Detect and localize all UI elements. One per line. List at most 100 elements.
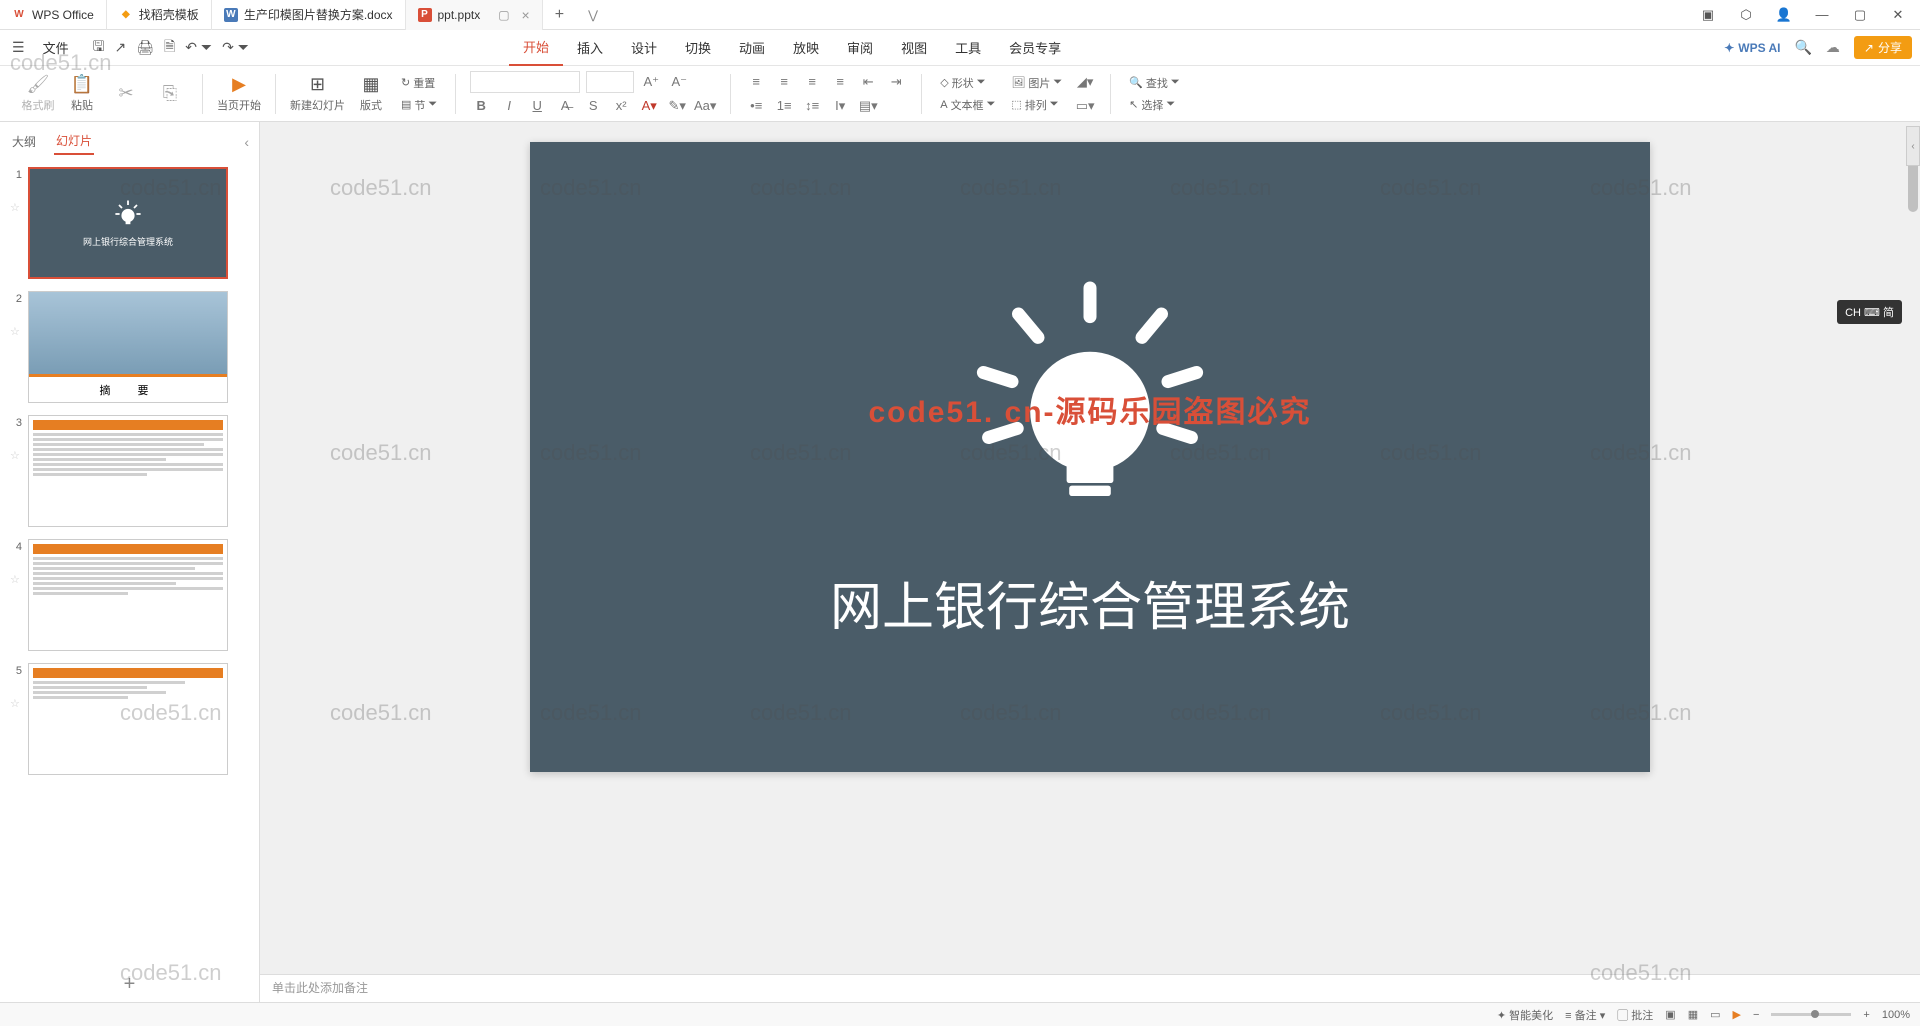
share-button[interactable]: ↗ 分享 <box>1854 36 1912 59</box>
font-family-select[interactable] <box>470 71 580 93</box>
tab-insert[interactable]: 插入 <box>563 30 617 66</box>
view-reading-icon[interactable]: ▭ <box>1710 1008 1720 1021</box>
tab-review[interactable]: 审阅 <box>833 30 887 66</box>
star-icon[interactable]: ☆ <box>10 555 22 586</box>
star-icon[interactable]: ☆ <box>10 307 22 338</box>
tab-animation[interactable]: 动画 <box>725 30 779 66</box>
cloud-sync-icon[interactable]: ☁ <box>1826 39 1840 56</box>
star-icon[interactable]: ☆ <box>10 431 22 462</box>
tab-tools[interactable]: 工具 <box>941 30 995 66</box>
arrange-button[interactable]: ⬚排列⏷ <box>1007 95 1066 115</box>
font-color-button[interactable]: A▾ <box>638 95 660 117</box>
thumbnail-list[interactable]: 1☆ 网上银行综合管理系统 2☆ 摘 要 3☆ <box>0 161 259 967</box>
tab-member[interactable]: 会员专享 <box>995 30 1075 66</box>
redo-button[interactable]: ↷ ⏷ <box>222 39 249 56</box>
tab-preview-icon[interactable]: ▢ <box>498 8 509 22</box>
avatar-icon[interactable]: 👤 <box>1772 3 1796 27</box>
change-case-button[interactable]: Aa▾ <box>694 95 716 117</box>
right-rail-expand[interactable]: ‹ <box>1906 126 1920 166</box>
tab-pptx[interactable]: P ppt.pptx ▢ × <box>406 0 543 30</box>
view-normal-icon[interactable]: ▣ <box>1665 1008 1675 1021</box>
line-spacing-icon[interactable]: ↕≡ <box>801 95 823 117</box>
slide-thumbnail-3[interactable] <box>28 415 228 527</box>
hamburger-icon[interactable]: ☰ <box>8 39 29 56</box>
fill-color-icon[interactable]: ◢▾ <box>1074 71 1096 93</box>
save-icon[interactable]: 🖫 <box>93 36 105 60</box>
slide-title[interactable]: 网上银行综合管理系统 <box>830 565 1350 640</box>
file-menu[interactable]: 文件 <box>37 38 75 57</box>
status-item[interactable]: ✦ 智能美化 <box>1497 1007 1553 1023</box>
slides-tab[interactable]: 幻灯片 <box>54 128 94 155</box>
maximize-button[interactable]: ▢ <box>1848 3 1872 27</box>
print-icon[interactable]: 🖨 <box>136 39 154 56</box>
strike-button[interactable]: S <box>582 95 604 117</box>
tab-view[interactable]: 视图 <box>887 30 941 66</box>
cut-button[interactable]: ✂ <box>108 83 144 104</box>
canvas-scroll[interactable]: code51. cn-源码乐园盗图必究 网上银行综合管理系统 <box>260 122 1920 974</box>
numbering-icon[interactable]: 1≡ <box>773 95 795 117</box>
slide-thumbnail-5[interactable] <box>28 663 228 775</box>
tab-menu-dropdown[interactable]: ⋁ <box>576 8 610 22</box>
slide-thumbnail-4[interactable] <box>28 539 228 651</box>
export-icon[interactable]: ↗ <box>115 39 127 56</box>
tab-close-button[interactable]: × <box>522 7 530 23</box>
star-icon[interactable]: ☆ <box>10 679 22 710</box>
tab-slideshow[interactable]: 放映 <box>779 30 833 66</box>
undo-button[interactable]: ↶ ⏷ <box>185 39 212 56</box>
indent-left-icon[interactable]: ⇤ <box>857 71 879 93</box>
slide-thumbnail-1[interactable]: 网上银行综合管理系统 <box>28 167 228 279</box>
strikethrough-button[interactable]: A̶ <box>554 95 576 117</box>
tab-transition[interactable]: 切换 <box>671 30 725 66</box>
textbox-button[interactable]: A文本框⏷ <box>936 95 999 115</box>
new-tab-button[interactable]: + <box>543 6 576 24</box>
bold-button[interactable]: B <box>470 95 492 117</box>
zoom-level[interactable]: 100% <box>1882 1009 1910 1021</box>
add-slide-button[interactable]: + <box>0 967 259 1002</box>
slide-canvas[interactable]: code51. cn-源码乐园盗图必究 网上银行综合管理系统 <box>530 142 1650 772</box>
decrease-font-icon[interactable]: A⁻ <box>668 71 690 93</box>
highlight-button[interactable]: ✎▾ <box>666 95 688 117</box>
tab-home[interactable]: 开始 <box>509 30 563 66</box>
tab-wps-office[interactable]: W WPS Office <box>0 0 107 30</box>
app-menu-icon[interactable]: ▣ <box>1696 3 1720 27</box>
zoom-in-button[interactable]: + <box>1863 1009 1869 1021</box>
align-left-icon[interactable]: ≡ <box>745 71 767 93</box>
align-center-icon[interactable]: ≡ <box>773 71 795 93</box>
close-window-button[interactable]: ✕ <box>1886 3 1910 27</box>
print-preview-icon[interactable]: 🗎 <box>164 36 175 60</box>
bullets-icon[interactable]: •≡ <box>745 95 767 117</box>
ime-indicator[interactable]: CH ⌨ 简 <box>1837 300 1902 324</box>
reset-button[interactable]: ↻重置 <box>397 73 441 93</box>
new-slide-button[interactable]: ⊞新建幻灯片 <box>290 74 345 113</box>
tab-design[interactable]: 设计 <box>617 30 671 66</box>
text-direction-icon[interactable]: I▾ <box>829 95 851 117</box>
font-size-select[interactable] <box>586 71 634 93</box>
notes-pane[interactable]: 单击此处添加备注 <box>260 974 1920 1002</box>
collapse-panel-icon[interactable]: ‹ <box>244 134 249 150</box>
slide-thumbnail-2[interactable]: 摘 要 <box>28 291 228 403</box>
status-item[interactable]: ▢ 批注 <box>1617 1007 1653 1023</box>
align-right-icon[interactable]: ≡ <box>801 71 823 93</box>
shape-button[interactable]: ◇形状⏷ <box>936 73 999 93</box>
tab-docx[interactable]: W 生产印模图片替换方案.docx <box>212 0 406 30</box>
star-icon[interactable]: ☆ <box>10 183 22 214</box>
italic-button[interactable]: I <box>498 95 520 117</box>
layout-button[interactable]: ▦版式 <box>353 74 389 113</box>
view-slideshow-icon[interactable]: ▶ <box>1733 1008 1741 1021</box>
outline-tab[interactable]: 大纲 <box>10 129 38 154</box>
align-text-icon[interactable]: ▤▾ <box>857 95 879 117</box>
format-painter-button[interactable]: 🖌格式刷 <box>20 74 56 113</box>
copy-button[interactable]: ⎘ <box>152 83 188 104</box>
select-button[interactable]: ↖选择⏷ <box>1125 95 1184 115</box>
view-sorter-icon[interactable]: ▦ <box>1688 1008 1698 1021</box>
section-button[interactable]: ▤节⏷ <box>397 95 441 115</box>
indent-right-icon[interactable]: ⇥ <box>885 71 907 93</box>
zoom-out-button[interactable]: − <box>1753 1009 1759 1021</box>
search-icon[interactable]: 🔍 <box>1794 39 1811 56</box>
underline-button[interactable]: U <box>526 95 548 117</box>
status-item[interactable]: ≡ 备注 ▾ <box>1565 1007 1605 1023</box>
increase-font-icon[interactable]: A⁺ <box>640 71 662 93</box>
superscript-button[interactable]: x² <box>610 95 632 117</box>
zoom-slider[interactable] <box>1771 1013 1851 1016</box>
paste-button[interactable]: 📋粘贴 <box>64 74 100 113</box>
